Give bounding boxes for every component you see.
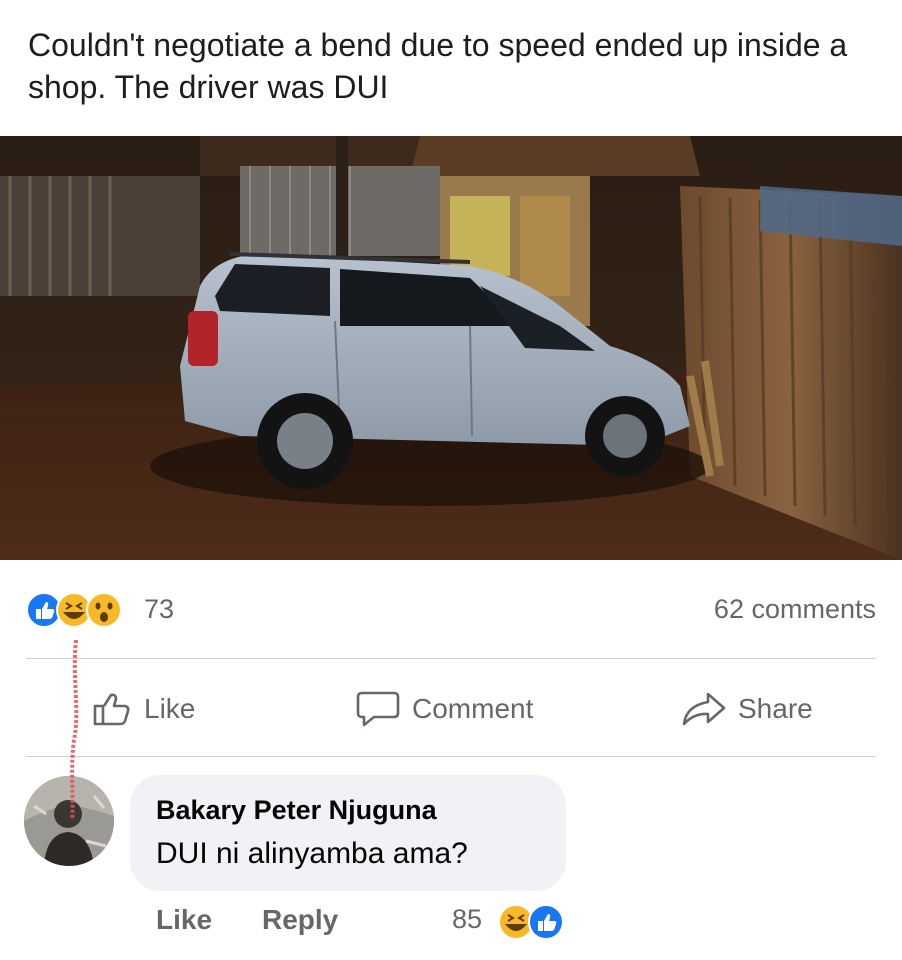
thumbs-up-icon <box>93 693 130 726</box>
like-icon <box>528 904 564 940</box>
comment-reaction-icons[interactable] <box>496 902 576 942</box>
user-avatar-icon <box>24 776 114 866</box>
like-button[interactable]: Like <box>92 686 195 732</box>
wow-icon <box>86 592 122 628</box>
share-button[interactable]: Share <box>682 686 813 732</box>
car-crash-photo-icon <box>0 136 902 560</box>
haha-icon <box>498 904 534 940</box>
comment-bubble: Bakary Peter Njuguna DUI ni alinyamba am… <box>130 775 566 891</box>
avatar[interactable] <box>24 776 114 866</box>
post-text: Couldn't negotiate a bend due to speed e… <box>28 27 848 105</box>
haha-icon <box>56 592 92 628</box>
comment-label: Comment <box>412 693 534 724</box>
comments-count[interactable]: 62 comments <box>714 594 876 625</box>
divider <box>26 658 876 659</box>
comment-reply-button[interactable]: Reply <box>262 904 338 936</box>
reaction-count[interactable]: 73 <box>144 594 174 625</box>
reaction-icons <box>26 592 122 628</box>
comment-icon <box>356 691 400 727</box>
reactions-summary[interactable]: 73 62 comments <box>26 590 876 630</box>
comment-reaction-count[interactable]: 85 <box>452 904 482 935</box>
divider <box>26 756 876 757</box>
share-icon <box>682 692 726 726</box>
comment-text: DUI ni alinyamba ama? <box>156 837 468 870</box>
comment-button[interactable]: Comment <box>356 686 533 732</box>
comment-like-button[interactable]: Like <box>156 904 212 936</box>
post-photo[interactable] <box>0 136 902 560</box>
share-label: Share <box>738 693 813 724</box>
like-label: Like <box>144 693 196 724</box>
comment-author[interactable]: Bakary Peter Njuguna <box>156 795 437 826</box>
like-icon <box>26 592 62 628</box>
